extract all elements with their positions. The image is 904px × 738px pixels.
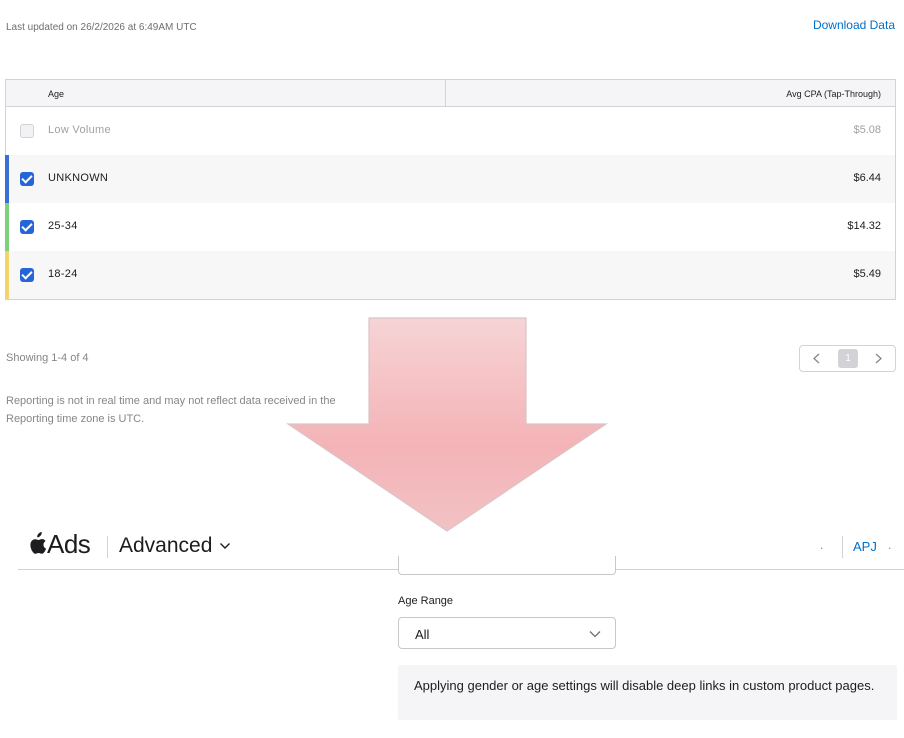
age-report-table: Age Avg CPA (Tap-Through) Low Volume $5.… — [5, 79, 896, 300]
pagination: 1 — [799, 345, 896, 372]
chevron-down-icon[interactable] — [219, 542, 231, 550]
next-page-button[interactable] — [861, 346, 895, 371]
row-checkbox[interactable] — [20, 220, 34, 234]
section-switcher[interactable]: Advanced — [119, 534, 212, 558]
chevron-right-icon — [875, 353, 882, 364]
download-data-link[interactable]: Download Data — [813, 18, 895, 32]
table-row: Low Volume $5.08 — [6, 107, 895, 155]
row-age-label: 25-34 — [48, 220, 78, 232]
chevron-left-icon — [813, 353, 820, 364]
apple-logo-icon[interactable] — [27, 532, 47, 556]
row-age-label: UNKNOWN — [48, 172, 109, 184]
header-divider — [842, 536, 843, 558]
deep-link-notice-text: Applying gender or age settings will dis… — [414, 678, 875, 693]
chevron-down-icon — [589, 631, 601, 638]
previous-page-button[interactable] — [800, 346, 834, 371]
row-checkbox[interactable] — [20, 268, 34, 282]
age-range-label: Age Range — [398, 595, 454, 607]
table-row: 25-34 $14.32 — [5, 203, 895, 251]
header-separator-dot: . — [820, 538, 824, 552]
account-switcher[interactable]: APJ — [853, 539, 877, 554]
column-header-avg-cpa[interactable]: Avg CPA (Tap-Through) — [786, 89, 881, 99]
series-color-bar — [5, 251, 9, 299]
brand-divider — [107, 536, 108, 558]
previous-select-field[interactable] — [398, 556, 616, 575]
table-header: Age Avg CPA (Tap-Through) — [6, 80, 895, 107]
age-range-selected-value: All — [415, 627, 430, 642]
row-age-label: Low Volume — [48, 124, 111, 136]
row-avg-cpa: $14.32 — [847, 220, 881, 232]
last-updated-text: Last updated on 26/2/2026 at 6:49AM UTC — [6, 22, 197, 33]
ads-brand-name[interactable]: Ads — [47, 529, 91, 560]
row-age-label: 18-24 — [48, 268, 78, 280]
page-number-button[interactable]: 1 — [838, 349, 858, 368]
showing-count-text: Showing 1-4 of 4 — [6, 352, 89, 364]
column-header-age[interactable]: Age — [48, 89, 64, 99]
row-avg-cpa: $5.08 — [853, 124, 881, 136]
table-row: 18-24 $5.49 — [5, 251, 895, 299]
header-separator-dot: . — [888, 538, 892, 552]
row-avg-cpa: $6.44 — [853, 172, 881, 184]
table-row: UNKNOWN $6.44 — [5, 155, 895, 203]
column-divider — [445, 80, 446, 106]
deep-link-notice: Applying gender or age settings will dis… — [398, 665, 897, 720]
row-avg-cpa: $5.49 — [853, 268, 881, 280]
row-checkbox — [20, 124, 34, 138]
age-range-select[interactable]: All — [398, 617, 616, 649]
series-color-bar — [5, 203, 9, 251]
down-arrow-icon — [286, 317, 608, 532]
series-color-bar — [5, 155, 9, 203]
row-checkbox[interactable] — [20, 172, 34, 186]
